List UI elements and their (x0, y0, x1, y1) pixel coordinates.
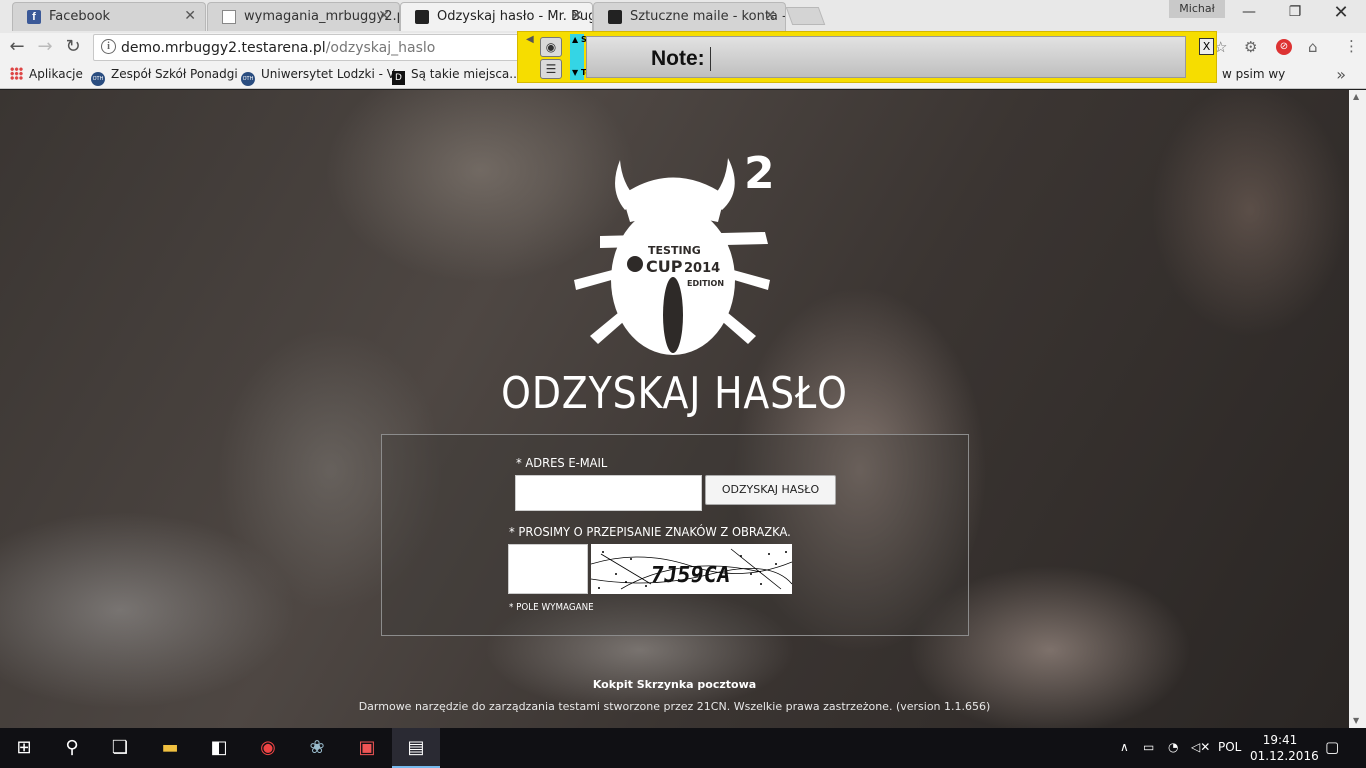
reload-icon[interactable]: ↻ (62, 37, 84, 57)
close-tab-icon[interactable]: ✕ (378, 8, 390, 24)
tab-title: Odzyskaj hasło - Mr. Bug (437, 9, 593, 24)
profile-button[interactable]: Michał (1169, 0, 1225, 18)
close-tab-icon[interactable]: ✕ (571, 8, 583, 24)
tab-wymagania[interactable]: wymagania_mrbuggy2.p ✕ (207, 2, 400, 31)
url-path: /odzyskaj_haslo (325, 40, 436, 56)
recover-password-form: * ADRES E-MAIL ODZYSKAJ HASŁO * PROSIMY … (381, 434, 969, 636)
close-tab-icon[interactable]: ✕ (184, 8, 196, 24)
logo-text-edition: EDITION (687, 279, 724, 288)
tab-facebook[interactable]: f Facebook ✕ (12, 2, 206, 31)
apps-grid-icon (10, 67, 23, 80)
bookmark-uniwersytet[interactable]: OTH Uniwersytet Lodzki - V (241, 67, 395, 86)
bag-icon[interactable]: ⌂ (1308, 38, 1318, 56)
logo-text-cup: CUP (646, 257, 683, 276)
language-indicator[interactable]: POL (1218, 740, 1241, 754)
logo-text-testing: TESTING (648, 244, 701, 257)
tab-title: wymagania_mrbuggy2.p (244, 9, 400, 24)
bookmark-label: w psim wy (1222, 67, 1286, 81)
restore-icon[interactable]: ❐ (1272, 4, 1318, 20)
file-explorer-icon[interactable]: ▬ (146, 728, 194, 768)
bookmark-icon: D (392, 71, 405, 85)
tab-title: Facebook (49, 9, 111, 24)
windows-taskbar: ⊞ ⚲ ❏ ▬ ◧ ◉ ❀ ▣ ▤ ∧ ▭ ◔ ◁✕ POL 19:41 01.… (0, 728, 1366, 768)
page-scrollbar[interactable]: ▲ ▼ (1349, 90, 1366, 728)
powerpoint-icon[interactable]: ▣ (343, 728, 391, 768)
email-label: * ADRES E-MAIL (516, 455, 608, 470)
bookmark-zespol[interactable]: OTH Zespół Szkół Ponadgi (91, 67, 238, 86)
logo-superscript: 2 (744, 148, 775, 199)
facebook-icon: f (27, 10, 41, 24)
extension-icon[interactable]: ⚙ (1244, 38, 1257, 56)
note-area: Note: (586, 36, 1186, 78)
scroll-down-icon[interactable]: ▼ (1353, 716, 1359, 725)
bookmark-label: Zespół Szkół Ponadgi (111, 67, 238, 81)
bookmark-miejsca[interactable]: D Są takie miejsca... – I (392, 67, 538, 85)
new-tab-button[interactable] (785, 7, 826, 25)
tray-chevron-icon[interactable]: ∧ (1120, 740, 1129, 754)
notifications-icon[interactable]: ▢ (1325, 738, 1339, 756)
bug-icon (415, 10, 429, 24)
volume-muted-icon[interactable]: ◁✕ (1191, 740, 1210, 754)
required-note: * POLE WYMAGANE (509, 602, 594, 613)
tab-sztuczne-maile[interactable]: Sztuczne maile - konta - ✕ (593, 2, 786, 31)
note-label: Note: (651, 47, 705, 70)
footer-text: Darmowe narzędzie do zarządzania testami… (358, 700, 991, 713)
logo-mark-icon (627, 256, 643, 272)
chrome-icon[interactable]: ◉ (244, 728, 292, 768)
task-view-icon[interactable]: ❏ (96, 728, 144, 768)
recover-password-button[interactable]: ODZYSKAJ HASŁO (705, 475, 836, 505)
close-tab-icon[interactable]: ✕ (764, 8, 776, 24)
more-bookmarks-icon[interactable]: » (1336, 65, 1346, 84)
close-window-icon[interactable]: ✕ (1318, 2, 1364, 23)
bookmark-label: Uniwersytet Lodzki - V (261, 67, 395, 81)
captcha-input[interactable] (508, 544, 588, 594)
browser-tabstrip: f Facebook ✕ wymagania_mrbuggy2.p ✕ Odzy… (0, 0, 1366, 33)
captcha-image: 7J59CA (591, 544, 792, 594)
adblock-icon[interactable]: ⊘ (1276, 39, 1292, 55)
notes-app-icon[interactable]: ▤ (392, 728, 440, 768)
scroll-up-icon[interactable]: ▲ (1353, 92, 1359, 101)
tab-odzyskaj-haslo[interactable]: Odzyskaj hasło - Mr. Bug ✕ (400, 2, 593, 31)
camera-icon[interactable]: ◉ (540, 37, 562, 57)
app-icon[interactable]: ❀ (293, 728, 341, 768)
tab-title: Sztuczne maile - konta - (630, 9, 786, 24)
note-close-button[interactable]: X (1199, 38, 1214, 55)
url-host: demo.mrbuggy2.testarena.pl (121, 40, 326, 56)
back-icon[interactable]: ← (6, 37, 28, 57)
clock-time: 19:41 (1262, 733, 1298, 747)
page-content: TESTING CUP 2014 EDITION 2 ODZYSKAJ HASŁ… (0, 90, 1349, 728)
notes-icon[interactable]: ☰ (540, 59, 562, 79)
note-input[interactable] (710, 47, 1180, 71)
collapse-arrow-icon[interactable]: ◀ (526, 34, 534, 45)
note-toolbar: ◀ ◉ ☰ ▲ Setup: ▼ Test: Note: X (517, 31, 1217, 83)
wifi-icon[interactable]: ◔ (1168, 740, 1178, 754)
document-icon (222, 10, 236, 24)
address-bar[interactable]: i demo.mrbuggy2.testarena.pl/odzyskaj_ha… (93, 34, 523, 61)
clock[interactable]: 19:41 01.12.2016 (1250, 732, 1319, 764)
university-icon: OTH (241, 72, 255, 86)
bookmark-psim[interactable]: w psim wy (1222, 67, 1285, 81)
battery-icon[interactable]: ▭ (1143, 740, 1154, 754)
testing-cup-logo: TESTING CUP 2014 EDITION 2 (574, 148, 775, 355)
windows-start-icon[interactable]: ⊞ (0, 728, 48, 768)
forward-icon[interactable]: → (34, 37, 56, 57)
bookmark-label: Aplikacje (29, 67, 83, 81)
page-title: ODZYSKAJ HASŁO (501, 368, 848, 419)
info-icon[interactable]: i (101, 39, 116, 54)
email-input[interactable] (515, 475, 702, 511)
clock-date: 01.12.2016 (1250, 749, 1319, 763)
captcha-text: 7J59CA (649, 562, 732, 588)
logo-text-year: 2014 (684, 261, 720, 276)
footer-links[interactable]: Kokpit Skrzynka pocztowa (0, 678, 1349, 691)
store-icon[interactable]: ◧ (195, 728, 243, 768)
minimize-icon[interactable]: — (1226, 4, 1272, 20)
menu-icon[interactable]: ⋮ (1344, 37, 1359, 55)
bug-icon (608, 10, 622, 24)
school-icon: OTH (91, 72, 105, 86)
search-icon[interactable]: ⚲ (48, 728, 96, 768)
url-text: demo.mrbuggy2.testarena.pl/odzyskaj_hasl… (121, 40, 435, 56)
captcha-label: * PROSIMY O PRZEPISANIE ZNAKÓW Z OBRAZKA… (509, 524, 791, 539)
bookmark-apps[interactable]: Aplikacje (10, 67, 83, 81)
